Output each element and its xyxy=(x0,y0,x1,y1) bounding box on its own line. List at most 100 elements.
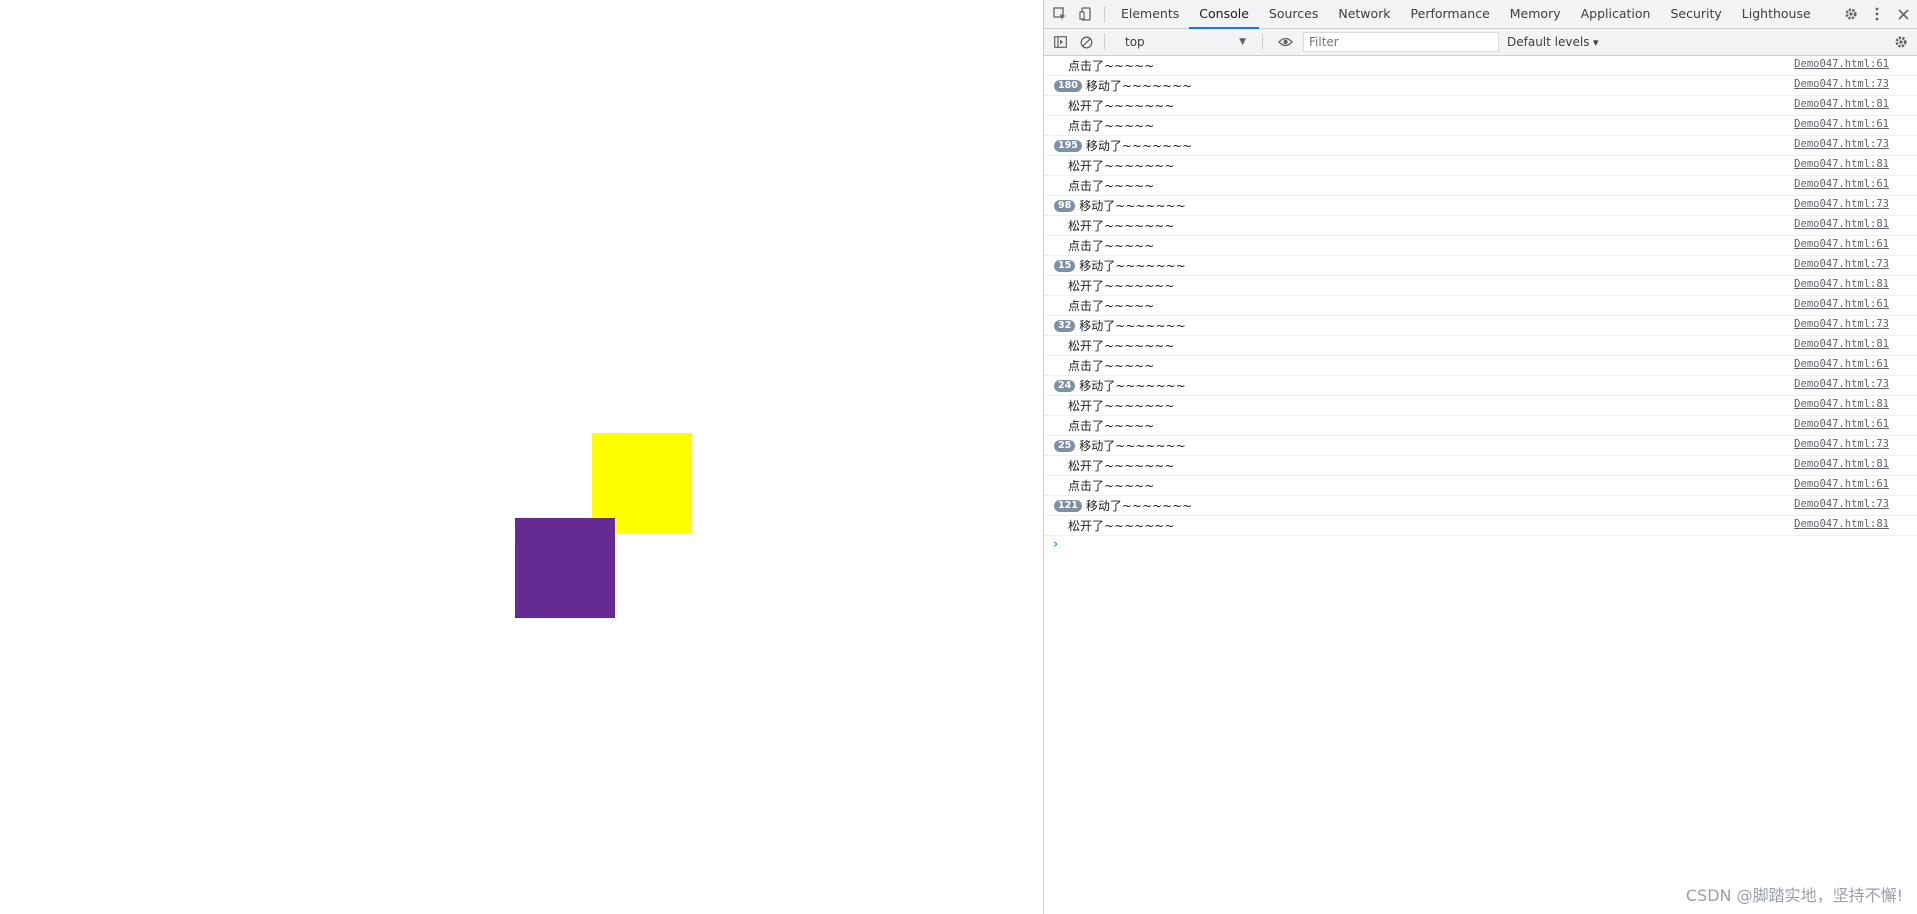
more-icon[interactable] xyxy=(1867,4,1887,24)
source-link[interactable]: Demo047.html:73 xyxy=(1794,498,1889,510)
console-row: 点击了~~~~~ Demo047.html:61 xyxy=(1044,296,1917,316)
console-row: 松开了~~~~~~~ Demo047.html:81 xyxy=(1044,456,1917,476)
console-message: 点击了~~~~~ xyxy=(1068,119,1155,133)
source-link[interactable]: Demo047.html:61 xyxy=(1794,478,1889,490)
source-link[interactable]: Demo047.html:61 xyxy=(1794,418,1889,430)
filter-input[interactable] xyxy=(1303,32,1499,52)
tab-memory[interactable]: Memory xyxy=(1500,0,1571,28)
console-row: 24 移动了~~~~~~~ Demo047.html:73 xyxy=(1044,376,1917,396)
eye-icon[interactable] xyxy=(1275,32,1295,52)
source-link[interactable]: Demo047.html:73 xyxy=(1794,438,1889,450)
console-message: 点击了~~~~~ xyxy=(1068,299,1155,313)
repeat-count-badge: 121 xyxy=(1054,499,1082,512)
console-message: 移动了~~~~~~~ xyxy=(1085,499,1193,513)
console-message: 移动了~~~~~~~ xyxy=(1085,79,1193,93)
source-link[interactable]: Demo047.html:81 xyxy=(1794,338,1889,350)
devtools-right-controls xyxy=(1835,4,1913,24)
console-message: 松开了~~~~~~~ xyxy=(1068,279,1175,293)
tab-performance[interactable]: Performance xyxy=(1401,0,1500,28)
source-link[interactable]: Demo047.html:73 xyxy=(1794,318,1889,330)
repeat-count-badge: 24 xyxy=(1054,379,1076,392)
console-message: 松开了~~~~~~~ xyxy=(1068,519,1175,533)
source-link[interactable]: Demo047.html:73 xyxy=(1794,378,1889,390)
console-row: 15 移动了~~~~~~~ Demo047.html:73 xyxy=(1044,256,1917,276)
console-message: 移动了~~~~~~~ xyxy=(1079,199,1186,213)
console-log: 点击了~~~~~ Demo047.html:61 180 移动了~~~~~~~ Demo… xyxy=(1044,56,1917,536)
source-link[interactable]: Demo047.html:73 xyxy=(1794,138,1889,150)
source-link[interactable]: Demo047.html:81 xyxy=(1794,398,1889,410)
console-row: 松开了~~~~~~~ Demo047.html:81 xyxy=(1044,216,1917,236)
console-row: 25 移动了~~~~~~~ Demo047.html:73 xyxy=(1044,436,1917,456)
console-row: 121 移动了~~~~~~~ Demo047.html:73 xyxy=(1044,496,1917,516)
source-link[interactable]: Demo047.html:81 xyxy=(1794,158,1889,170)
console-row: 松开了~~~~~~~ Demo047.html:81 xyxy=(1044,96,1917,116)
console-message: 点击了~~~~~ xyxy=(1068,239,1155,253)
console-row: 松开了~~~~~~~ Demo047.html:81 xyxy=(1044,396,1917,416)
gear-icon[interactable] xyxy=(1841,4,1861,24)
console-message: 松开了~~~~~~~ xyxy=(1068,399,1175,413)
console-row: 点击了~~~~~ Demo047.html:61 xyxy=(1044,116,1917,136)
console-message: 松开了~~~~~~~ xyxy=(1068,339,1175,353)
tab-security[interactable]: Security xyxy=(1660,0,1731,28)
console-toolbar: top Default levels xyxy=(1044,29,1917,56)
log-levels-dropdown[interactable]: Default levels xyxy=(1507,35,1598,49)
source-link[interactable]: Demo047.html:61 xyxy=(1794,358,1889,370)
tab-application[interactable]: Application xyxy=(1571,0,1661,28)
source-link[interactable]: Demo047.html:61 xyxy=(1794,178,1889,190)
console-message: 移动了~~~~~~~ xyxy=(1079,439,1186,453)
console-row: 点击了~~~~~ Demo047.html:61 xyxy=(1044,56,1917,76)
source-link[interactable]: Demo047.html:81 xyxy=(1794,98,1889,110)
console-message: 点击了~~~~~ xyxy=(1068,419,1155,433)
tab-lighthouse[interactable]: Lighthouse xyxy=(1732,0,1821,28)
tab-elements[interactable]: Elements xyxy=(1111,0,1189,28)
source-link[interactable]: Demo047.html:81 xyxy=(1794,278,1889,290)
toolbar-divider xyxy=(1104,34,1105,50)
console-message: 松开了~~~~~~~ xyxy=(1068,459,1175,473)
repeat-count-badge: 15 xyxy=(1054,259,1076,272)
tab-network[interactable]: Network xyxy=(1328,0,1400,28)
console-prompt[interactable]: › xyxy=(1044,536,1917,554)
repeat-count-badge: 195 xyxy=(1054,139,1082,152)
repeat-count-badge: 98 xyxy=(1054,199,1076,212)
source-link[interactable]: Demo047.html:73 xyxy=(1794,258,1889,270)
source-link[interactable]: Demo047.html:61 xyxy=(1794,58,1889,70)
clear-console-icon[interactable] xyxy=(1076,32,1096,52)
console-row: 点击了~~~~~ Demo047.html:61 xyxy=(1044,236,1917,256)
repeat-count-badge: 180 xyxy=(1054,79,1082,92)
close-icon[interactable] xyxy=(1893,4,1913,24)
tabbar-divider xyxy=(1104,6,1105,22)
repeat-count-badge: 32 xyxy=(1054,319,1076,332)
watermark: CSDN @脚踏实地，坚持不懈! xyxy=(1685,886,1903,905)
tab-console[interactable]: Console xyxy=(1189,0,1259,29)
sidebar-toggle-icon[interactable] xyxy=(1050,32,1070,52)
source-link[interactable]: Demo047.html:81 xyxy=(1794,458,1889,470)
console-message: 松开了~~~~~~~ xyxy=(1068,159,1175,173)
toolbar-divider xyxy=(1262,34,1263,50)
inspect-icon[interactable] xyxy=(1050,4,1070,24)
purple-draggable-box[interactable] xyxy=(515,518,615,618)
console-row: 195 移动了~~~~~~~ Demo047.html:73 xyxy=(1044,136,1917,156)
console-message: 移动了~~~~~~~ xyxy=(1085,139,1193,153)
console-message: 点击了~~~~~ xyxy=(1068,479,1155,493)
source-link[interactable]: Demo047.html:73 xyxy=(1794,198,1889,210)
console-message: 松开了~~~~~~~ xyxy=(1068,99,1175,113)
tab-sources[interactable]: Sources xyxy=(1259,0,1328,28)
source-link[interactable]: Demo047.html:81 xyxy=(1794,218,1889,230)
console-row: 点击了~~~~~ Demo047.html:61 xyxy=(1044,416,1917,436)
console-row: 点击了~~~~~ Demo047.html:61 xyxy=(1044,476,1917,496)
device-toggle-icon[interactable] xyxy=(1076,4,1096,24)
console-message: 移动了~~~~~~~ xyxy=(1079,319,1186,333)
devtools-panel: Elements Console Sources Network Performance… xyxy=(1043,0,1917,914)
source-link[interactable]: Demo047.html:61 xyxy=(1794,238,1889,250)
source-link[interactable]: Demo047.html:73 xyxy=(1794,78,1889,90)
console-row: 180 移动了~~~~~~~ Demo047.html:73 xyxy=(1044,76,1917,96)
console-settings-gear-icon[interactable] xyxy=(1891,32,1911,52)
source-link[interactable]: Demo047.html:61 xyxy=(1794,298,1889,310)
page-viewport xyxy=(0,0,1043,914)
console-row: 松开了~~~~~~~ Demo047.html:81 xyxy=(1044,156,1917,176)
source-link[interactable]: Demo047.html:61 xyxy=(1794,118,1889,130)
devtools-tabbar: Elements Console Sources Network Performance… xyxy=(1044,0,1917,29)
context-selector[interactable]: top xyxy=(1119,33,1254,51)
console-row: 松开了~~~~~~~ Demo047.html:81 xyxy=(1044,336,1917,356)
source-link[interactable]: Demo047.html:81 xyxy=(1794,518,1889,530)
